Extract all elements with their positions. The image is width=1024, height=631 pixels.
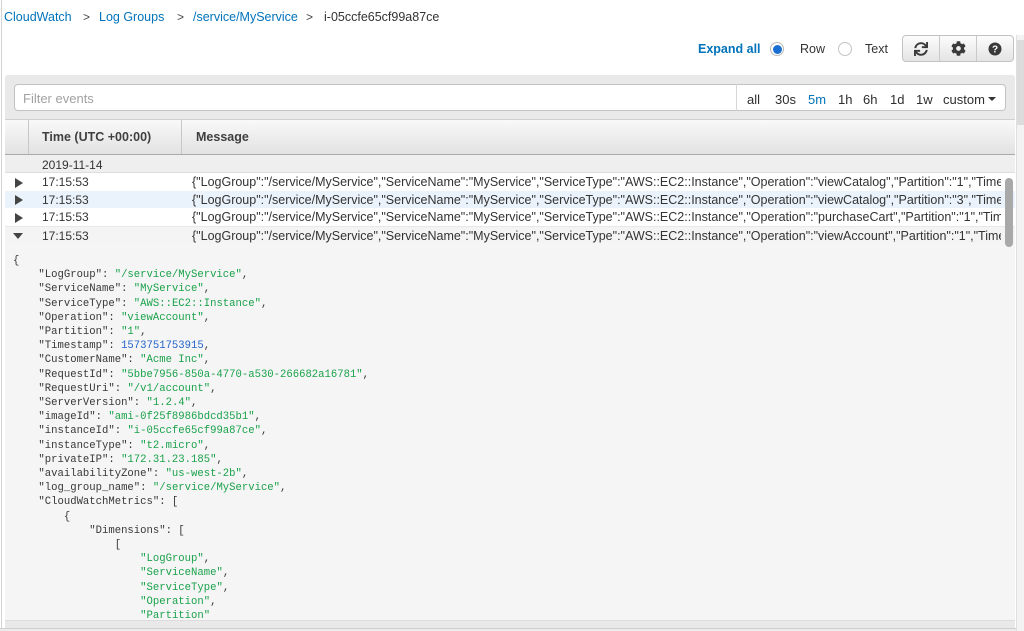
svg-text:?: ? <box>992 44 998 55</box>
